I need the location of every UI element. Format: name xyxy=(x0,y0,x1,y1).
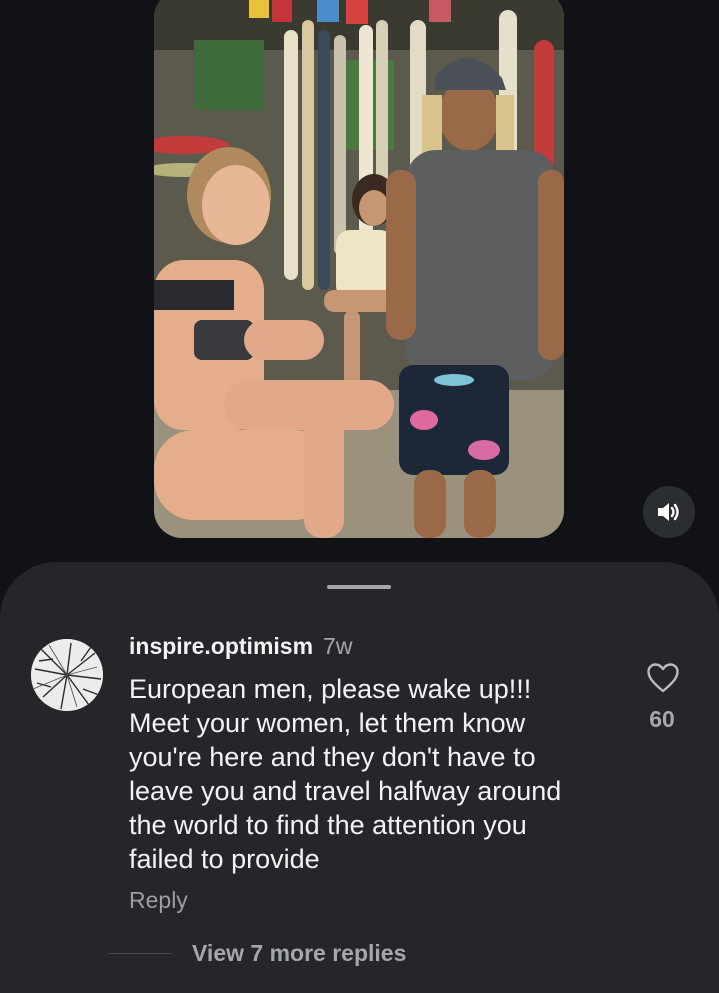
comment-line: Meet your women, let them know xyxy=(129,708,526,738)
comment-line: the world to find the attention you xyxy=(129,810,527,840)
comment-body: European men, please wake up!!! Meet you… xyxy=(129,672,629,876)
reply-button[interactable]: Reply xyxy=(129,887,188,914)
sheet-drag-handle[interactable] xyxy=(327,585,391,589)
comment-line: you're here and they don't have to xyxy=(129,742,536,772)
comments-sheet: inspire.optimism 7w European men, please… xyxy=(0,562,719,993)
avatar[interactable] xyxy=(31,639,103,711)
speaker-volume-icon xyxy=(658,503,679,521)
view-replies-label: View 7 more replies xyxy=(192,940,407,966)
video-frame-image xyxy=(154,0,564,538)
replies-divider xyxy=(108,953,172,954)
like-count: 60 xyxy=(649,706,675,732)
comment-line: failed to provide xyxy=(129,844,320,874)
comment-line: leave you and travel halfway around xyxy=(129,776,562,806)
comment-username[interactable]: inspire.optimism xyxy=(129,633,313,660)
avatar-image xyxy=(31,639,103,711)
comment-header: inspire.optimism 7w xyxy=(129,633,352,660)
reels-comment-screen: inspire.optimism 7w European men, please… xyxy=(0,0,719,993)
comment-timestamp: 7w xyxy=(323,633,353,659)
heart-outline-icon xyxy=(647,663,679,693)
view-more-replies-button[interactable]: View 7 more replies xyxy=(108,940,406,967)
mute-toggle-button[interactable] xyxy=(643,486,695,538)
like-button[interactable] xyxy=(646,662,680,694)
video-player[interactable] xyxy=(154,0,564,538)
comment-line: European men, please wake up!!! xyxy=(129,674,532,704)
